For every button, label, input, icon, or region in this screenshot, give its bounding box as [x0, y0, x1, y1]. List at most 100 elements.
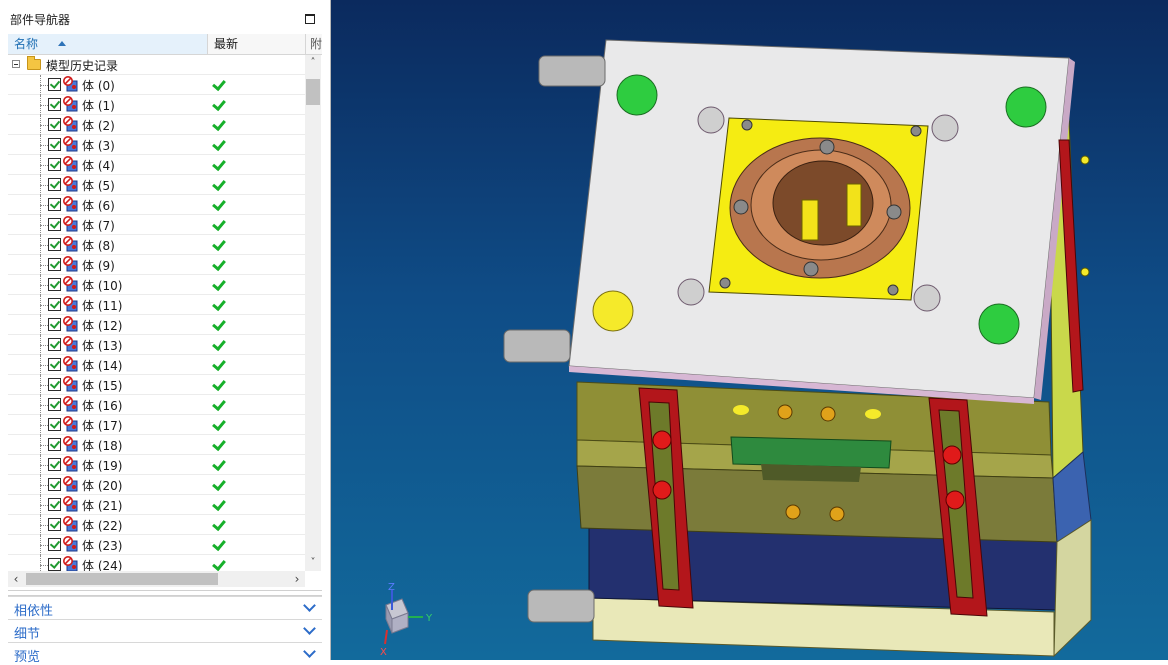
checkbox-icon[interactable]: [48, 558, 61, 571]
section-preview[interactable]: 预览: [8, 642, 322, 665]
tree-item-row[interactable]: 体 (24): [8, 555, 305, 571]
column-name-label: 名称: [14, 37, 39, 51]
up-to-date-check-icon: [212, 536, 226, 552]
body-feature-icon: [63, 276, 79, 292]
root-label: 模型历史记录: [46, 59, 119, 73]
tree-item-row[interactable]: 体 (21): [8, 495, 305, 515]
tree-item-row[interactable]: 体 (9): [8, 255, 305, 275]
tree-item-row[interactable]: 体 (12): [8, 315, 305, 335]
tree-item-row[interactable]: 体 (17): [8, 415, 305, 435]
checkbox-icon[interactable]: [48, 118, 61, 131]
tree-item-row[interactable]: 体 (16): [8, 395, 305, 415]
checkbox-icon[interactable]: [48, 158, 61, 171]
section-details[interactable]: 细节: [8, 619, 322, 642]
checkbox-icon[interactable]: [48, 298, 61, 311]
vertical-scrollbar[interactable]: ˄ ˅: [305, 55, 321, 571]
tree-item-row[interactable]: 体 (23): [8, 535, 305, 555]
tree-item-row[interactable]: 体 (0): [8, 75, 305, 95]
tree-item-row[interactable]: 体 (4): [8, 155, 305, 175]
panel-title: 部件导航器: [10, 13, 71, 27]
checkbox-icon[interactable]: [48, 278, 61, 291]
maximize-icon[interactable]: [305, 14, 315, 24]
checkbox-icon[interactable]: [48, 538, 61, 551]
body-feature-icon: [63, 476, 79, 492]
tree-item-label: 体 (16): [82, 399, 123, 413]
folder-open-icon: [27, 56, 41, 70]
body-feature-icon: [63, 556, 79, 571]
up-to-date-check-icon: [212, 116, 226, 132]
tree-item-row[interactable]: 体 (8): [8, 235, 305, 255]
checkbox-icon[interactable]: [48, 98, 61, 111]
checkbox-icon[interactable]: [48, 478, 61, 491]
scroll-up-icon[interactable]: ˄: [305, 55, 321, 71]
tree-item-row[interactable]: 体 (5): [8, 175, 305, 195]
green-marker: [1005, 86, 1047, 128]
triad-z-label: Z: [388, 582, 395, 593]
up-to-date-check-icon: [212, 276, 226, 292]
scroll-right-icon[interactable]: ›: [289, 571, 305, 587]
section-dependencies[interactable]: 相依性: [8, 596, 322, 619]
view-triad[interactable]: Z Y X: [380, 582, 433, 658]
section-dependencies-label: 相依性: [14, 604, 54, 619]
tree-item-row[interactable]: 体 (3): [8, 135, 305, 155]
column-latest-header[interactable]: 最新: [208, 34, 306, 54]
tree-item-row[interactable]: 体 (19): [8, 455, 305, 475]
checkbox-icon[interactable]: [48, 238, 61, 251]
checkbox-icon[interactable]: [48, 258, 61, 271]
checkbox-icon[interactable]: [48, 498, 61, 511]
tree-item-label: 体 (6): [82, 199, 115, 213]
tree-item-row[interactable]: 体 (10): [8, 275, 305, 295]
tree-item-row[interactable]: 体 (14): [8, 355, 305, 375]
tree-item-label: 体 (9): [82, 259, 115, 273]
checkbox-icon[interactable]: [48, 518, 61, 531]
tree-item-row[interactable]: 体 (7): [8, 215, 305, 235]
checkbox-icon[interactable]: [48, 398, 61, 411]
tree-item-row[interactable]: 体 (15): [8, 375, 305, 395]
scroll-thumb[interactable]: [306, 79, 320, 105]
scroll-left-icon[interactable]: ‹: [8, 571, 24, 587]
tree-item-label: 体 (18): [82, 439, 123, 453]
column-name-header[interactable]: 名称: [8, 34, 208, 54]
checkbox-icon[interactable]: [48, 378, 61, 391]
tree-item-row[interactable]: 体 (6): [8, 195, 305, 215]
tree-item-row[interactable]: 体 (1): [8, 95, 305, 115]
tree-item-row[interactable]: 体 (22): [8, 515, 305, 535]
tree-item-row[interactable]: 体 (11): [8, 295, 305, 315]
graphics-viewport[interactable]: Z Y X: [331, 0, 1168, 660]
body-feature-icon: [63, 516, 79, 532]
column-extra-header[interactable]: 附: [306, 34, 322, 54]
checkbox-icon[interactable]: [48, 178, 61, 191]
horizontal-scroll-thumb[interactable]: [26, 573, 218, 585]
tree-item-row[interactable]: 体 (13): [8, 335, 305, 355]
up-to-date-check-icon: [212, 556, 226, 571]
up-to-date-check-icon: [212, 356, 226, 372]
checkbox-icon[interactable]: [48, 338, 61, 351]
checkbox-icon[interactable]: [48, 138, 61, 151]
up-to-date-check-icon: [212, 236, 226, 252]
tree-item-label: 体 (8): [82, 239, 115, 253]
collapse-icon[interactable]: [12, 60, 20, 68]
checkbox-icon[interactable]: [48, 318, 61, 331]
tree-item-label: 体 (19): [82, 459, 123, 473]
body-feature-icon: [63, 196, 79, 212]
checkbox-icon[interactable]: [48, 78, 61, 91]
checkbox-icon[interactable]: [48, 418, 61, 431]
triad-y-label: Y: [425, 613, 433, 624]
tree-item-row[interactable]: 体 (20): [8, 475, 305, 495]
up-to-date-check-icon: [212, 136, 226, 152]
mold-assembly-model[interactable]: Z Y X: [331, 0, 1168, 660]
up-to-date-check-icon: [212, 336, 226, 352]
tree-root-row[interactable]: 模型历史记录: [8, 55, 305, 75]
checkbox-icon[interactable]: [48, 438, 61, 451]
column-header: 名称 最新 附: [8, 34, 322, 55]
body-feature-icon: [63, 496, 79, 512]
tree-item-row[interactable]: 体 (2): [8, 115, 305, 135]
scroll-down-icon[interactable]: ˅: [305, 555, 321, 571]
checkbox-icon[interactable]: [48, 198, 61, 211]
tree-item-row[interactable]: 体 (18): [8, 435, 305, 455]
checkbox-icon[interactable]: [48, 458, 61, 471]
checkbox-icon[interactable]: [48, 218, 61, 231]
tree-item-label: 体 (7): [82, 219, 115, 233]
horizontal-scrollbar[interactable]: ‹ ›: [8, 571, 305, 587]
checkbox-icon[interactable]: [48, 358, 61, 371]
